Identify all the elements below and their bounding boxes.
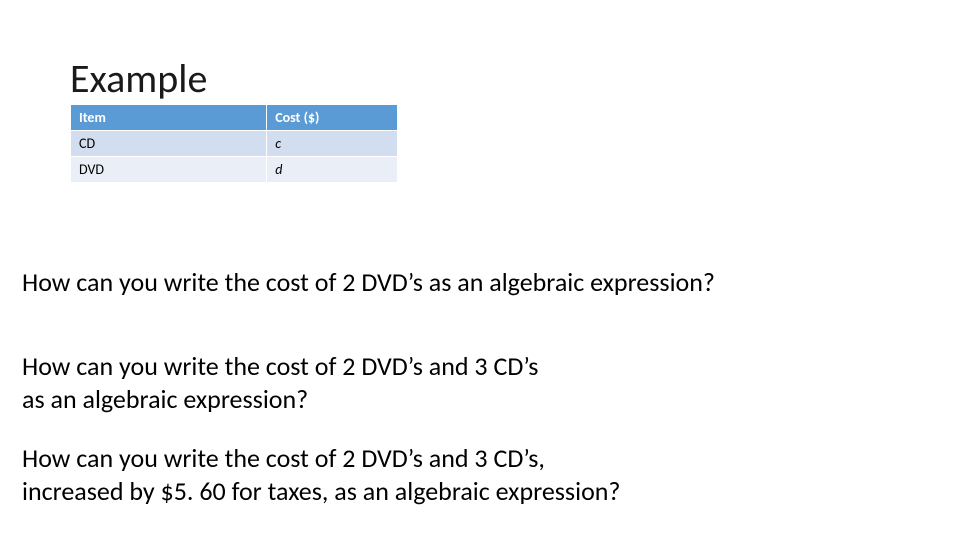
table-header-row: Item Cost ($)	[71, 105, 398, 131]
question-1: How can you write the cost of 2 DVD’s as…	[22, 266, 715, 299]
slide: Example Item Cost ($) CD c DVD d How can…	[0, 0, 960, 540]
table-cell-item: DVD	[71, 157, 267, 183]
cost-table: Item Cost ($) CD c DVD d	[70, 104, 398, 183]
table-row: CD c	[71, 131, 398, 157]
table-cell-item: CD	[71, 131, 267, 157]
table-header-item: Item	[71, 105, 267, 131]
question-2-line1: How can you write the cost of 2 DVD’s an…	[22, 350, 538, 382]
slide-title: Example	[70, 54, 207, 103]
question-2: How can you write the cost of 2 DVD’s an…	[22, 350, 538, 415]
table-header-cost: Cost ($)	[267, 105, 398, 131]
question-3-line1: How can you write the cost of 2 DVD’s an…	[22, 442, 545, 474]
table-cell-cost: c	[267, 131, 398, 157]
question-2-line2: as an algebraic expression?	[22, 383, 308, 415]
table-row: DVD d	[71, 157, 398, 183]
question-3-line2: increased by $5. 60 for taxes, as an alg…	[22, 475, 620, 507]
question-3: How can you write the cost of 2 DVD’s an…	[22, 442, 620, 507]
table-cell-cost: d	[267, 157, 398, 183]
